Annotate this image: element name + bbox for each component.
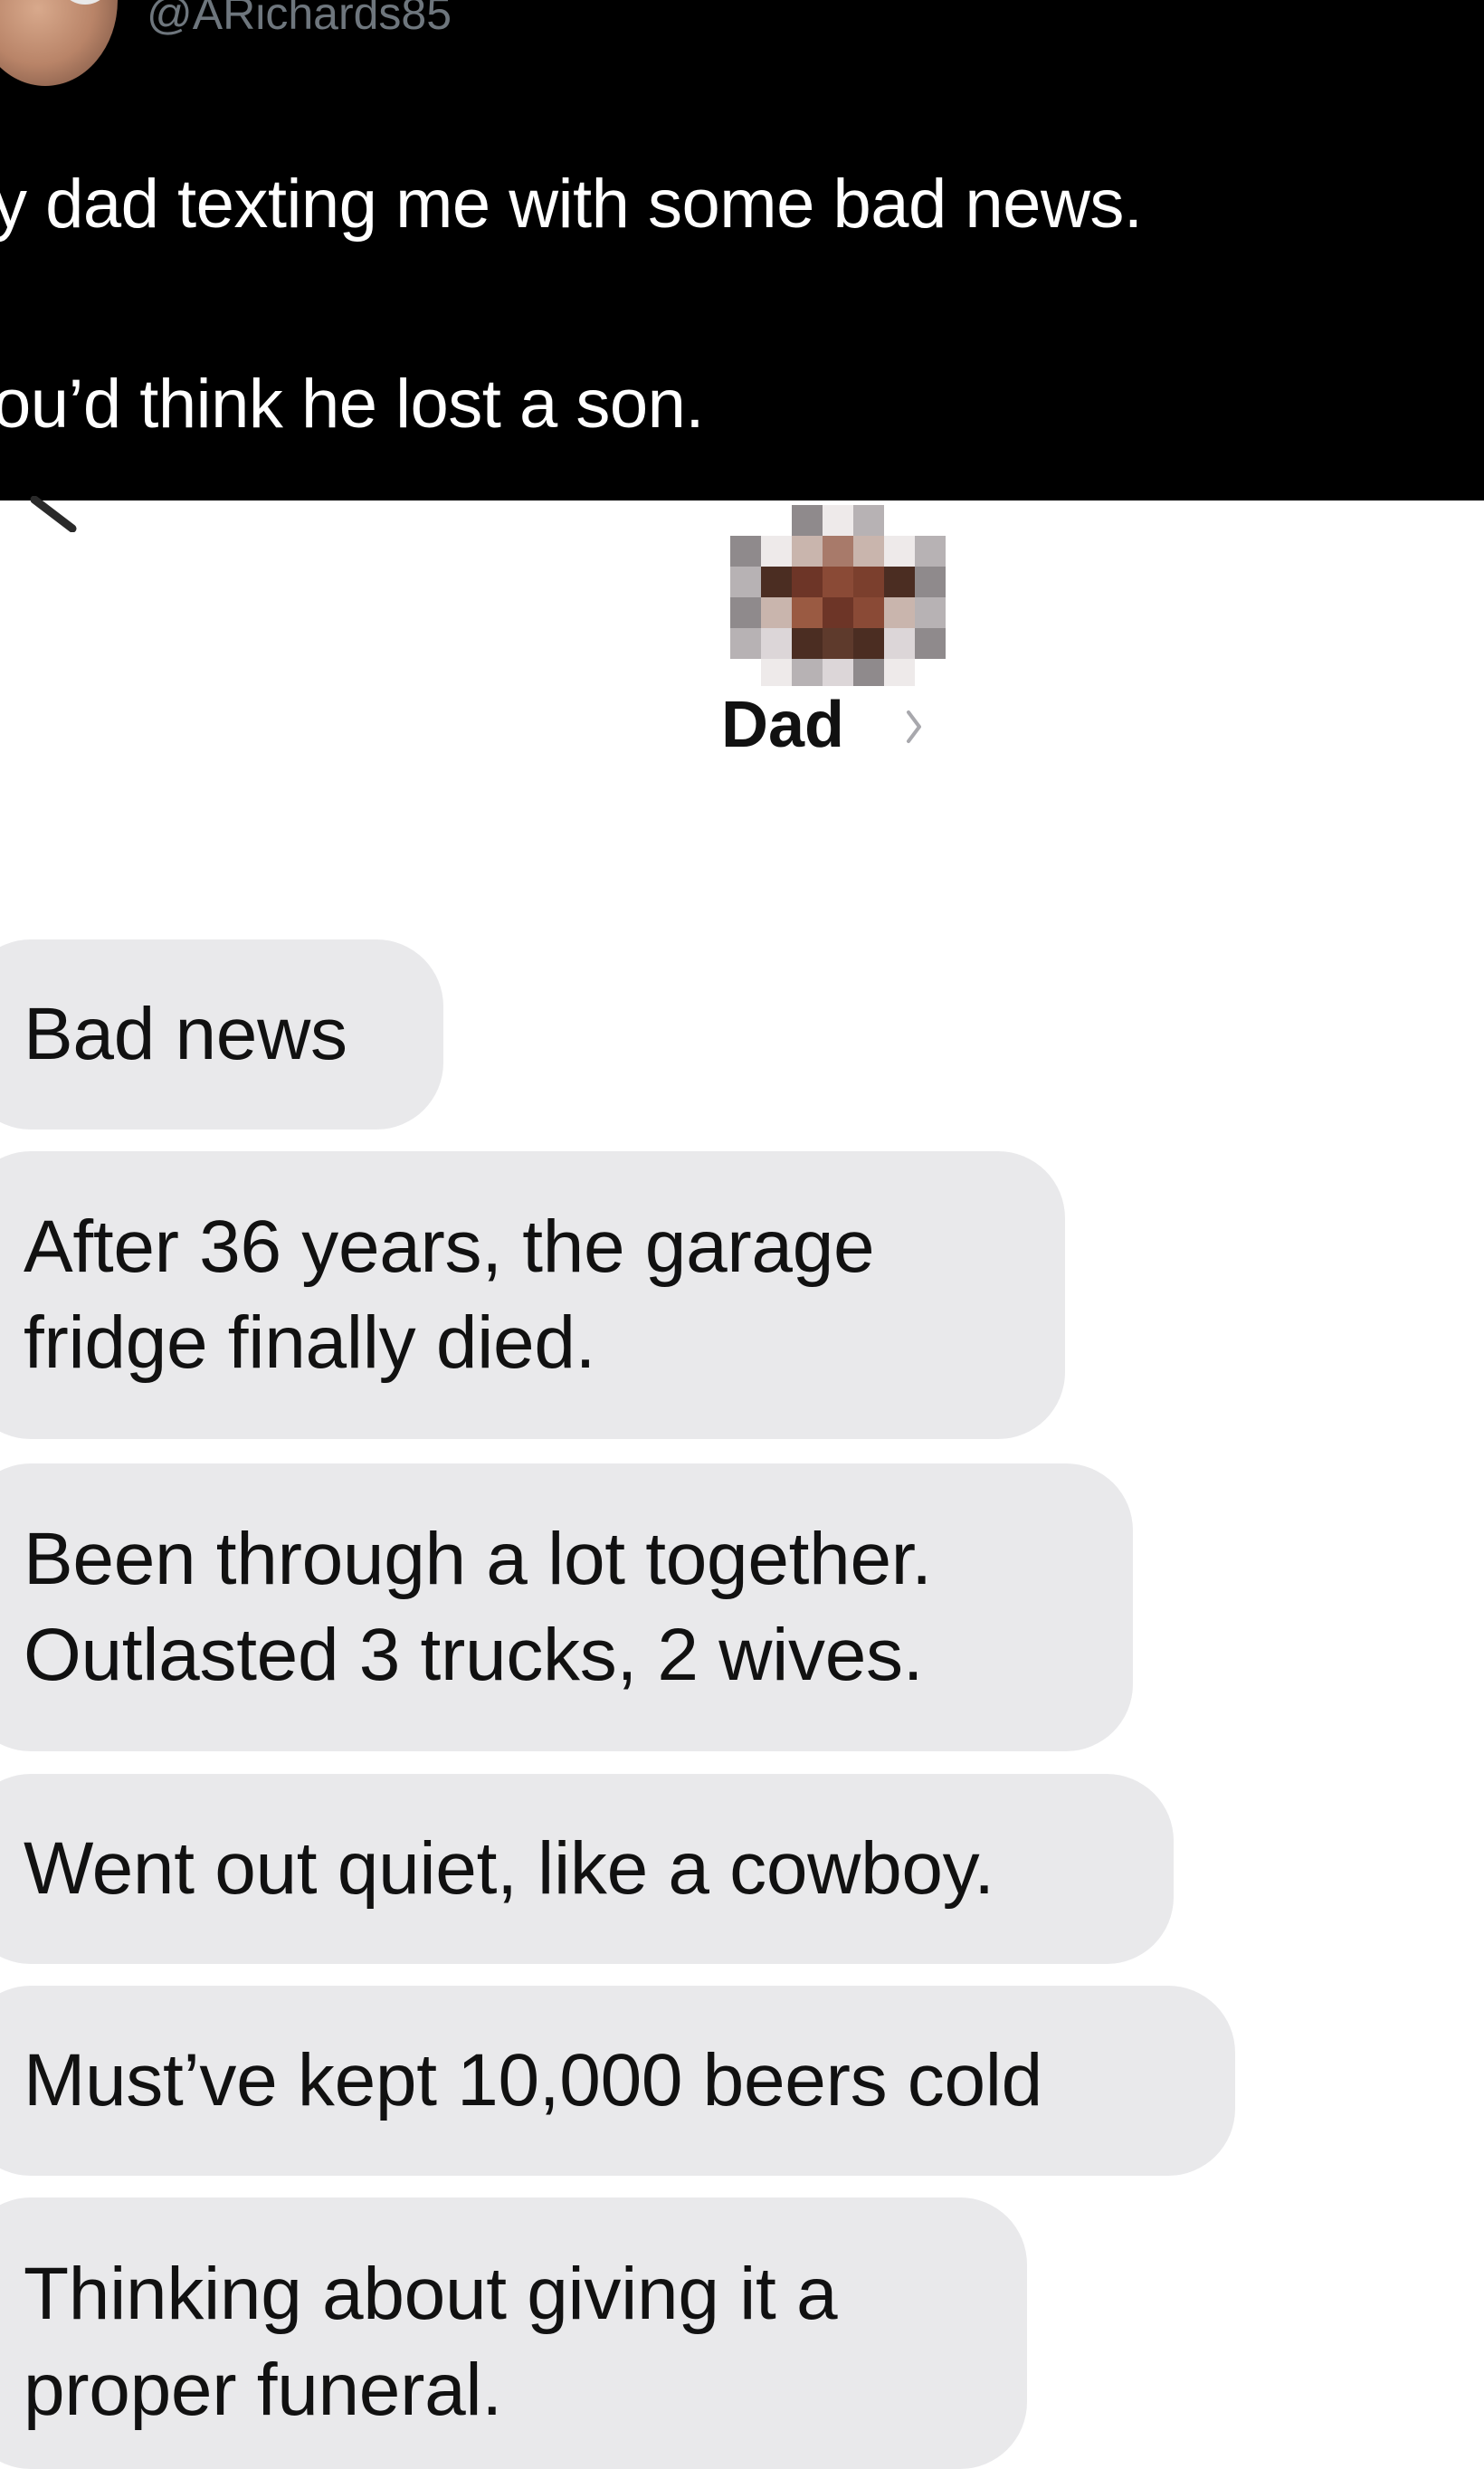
message-text: Went out quiet, like a cowboy. [24,1827,994,1910]
avatar-pixel [884,597,915,628]
avatar-pixel [761,536,792,567]
avatar-pixel [915,536,946,567]
received-message-bubble[interactable]: Thinking about giving it a proper funera… [0,2197,1027,2469]
avatar-badge-icon [58,0,112,5]
avatar-pixel [915,567,946,597]
avatar-pixel [823,567,853,597]
avatar-pixel [853,536,884,567]
contact-avatar[interactable] [638,505,1018,686]
avatar-pixel [853,628,884,659]
message-text: Must’ve kept 10,000 beers cold [24,2039,1042,2121]
avatar-pixel [884,567,915,597]
avatar-pixel [730,536,761,567]
avatar-pixel [792,567,823,597]
avatar-pixel [761,659,792,686]
message-text: Thinking about giving it a proper funera… [24,2253,838,2431]
avatar-pixel [792,659,823,686]
message-text: After 36 years, the garage fridge finall… [24,1206,875,1384]
contact-name[interactable]: Dad [721,688,844,762]
back-chevron-icon[interactable] [27,496,81,532]
chevron-right-icon[interactable] [905,709,923,745]
avatar-pixel [792,505,823,536]
message-text: Been through a lot together. Outlasted 3… [24,1518,932,1696]
avatar-pixel [761,628,792,659]
message-text: Bad news [24,993,347,1075]
avatar-pixel [761,597,792,628]
avatar-pixel [915,597,946,628]
avatar-pixel [884,536,915,567]
tweet-author-avatar[interactable] [0,0,118,86]
avatar-pixel [730,597,761,628]
avatar-pixel [853,597,884,628]
avatar-pixel [730,628,761,659]
avatar-pixel [792,597,823,628]
avatar-pixel [761,567,792,597]
avatar-pixel [853,505,884,536]
avatar-pixel [823,597,853,628]
received-message-bubble[interactable]: Been through a lot together. Outlasted 3… [0,1463,1133,1751]
avatar-pixel [823,628,853,659]
tweet-text-line: y dad texting me with some bad news. [0,166,1143,243]
avatar-pixel [823,659,853,686]
tweet-text-line: ou’d think he lost a son. [0,366,705,443]
tweet-author-handle[interactable]: @ARichards85 [147,0,452,40]
avatar-pixel [853,567,884,597]
avatar-pixel [823,536,853,567]
received-message-bubble[interactable]: Bad news [0,939,443,1130]
avatar-pixel [853,659,884,686]
avatar-pixel [823,505,853,536]
received-message-bubble[interactable]: Went out quiet, like a cowboy. [0,1774,1174,1964]
received-message-bubble[interactable]: Must’ve kept 10,000 beers cold [0,1986,1235,2176]
avatar-pixel [730,567,761,597]
tweet-header: @ARichards85 y dad texting me with some … [0,0,1484,500]
avatar-pixel [884,659,915,686]
avatar-pixel [792,536,823,567]
avatar-pixel [915,628,946,659]
received-message-bubble[interactable]: After 36 years, the garage fridge finall… [0,1151,1065,1439]
avatar-pixel [792,628,823,659]
avatar-pixel [884,628,915,659]
